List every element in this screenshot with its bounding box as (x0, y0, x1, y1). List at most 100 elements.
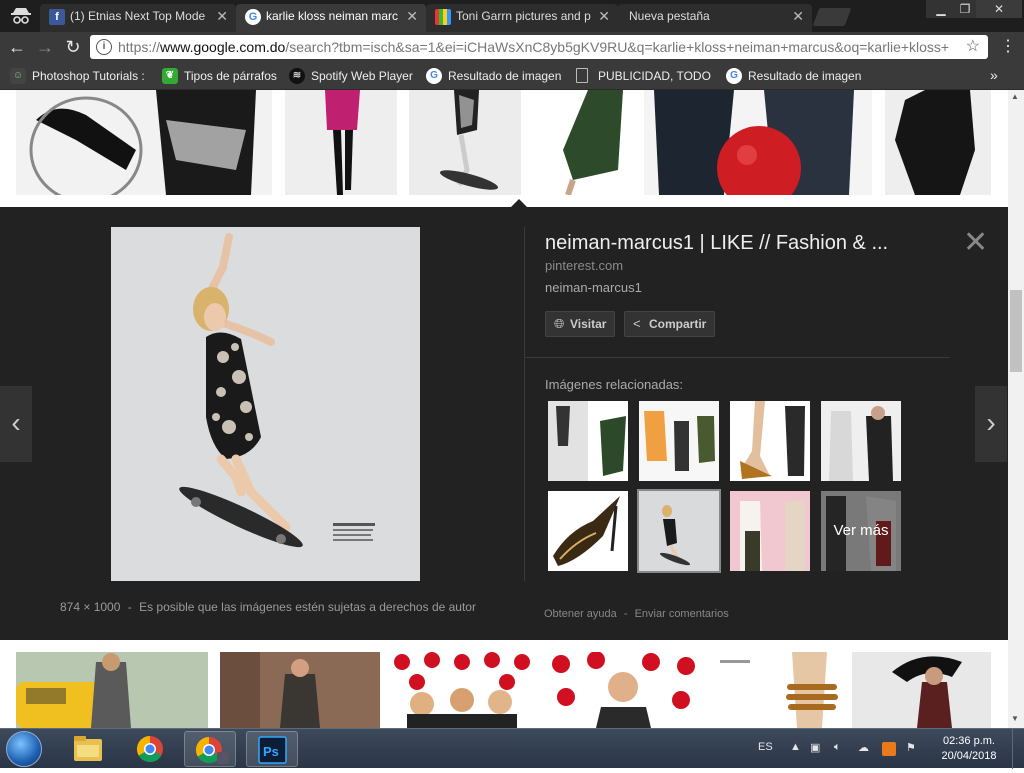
forward-icon[interactable]: → (34, 36, 56, 58)
bookmark-label: Resultado de imagen (748, 69, 862, 83)
visit-button[interactable]: 🌐︎ Visitar (545, 311, 616, 337)
help-link[interactable]: Obtener ayuda (544, 608, 617, 620)
clock-time: 02:36 p.m. (943, 735, 995, 747)
result-thumbnail[interactable] (885, 90, 991, 195)
related-image-selected[interactable] (637, 489, 721, 573)
tab-facebook[interactable]: f (1) Etnias Next Top Mode ✕ (40, 4, 236, 32)
page-scrollbar[interactable]: ▲ ▼ (1008, 90, 1024, 728)
tab-title: Nueva pestaña (629, 9, 710, 23)
scrollbar-thumb[interactable] (1010, 290, 1022, 372)
more-bookmarks-icon[interactable]: » (990, 67, 998, 83)
photoshop-icon[interactable]: Ps (246, 731, 298, 767)
bookmarks-bar: ☺ Photoshop Tutorials : ❦ Tipos de párra… (0, 62, 1024, 90)
share-button[interactable]: < Compartir (624, 311, 716, 337)
related-image[interactable] (821, 401, 901, 481)
address-bar[interactable]: i https://www.google.com.do/search?tbm=i… (90, 35, 988, 59)
volume-icon[interactable]: 🔈︎ (834, 741, 841, 754)
panel-title[interactable]: neiman-marcus1 | LIKE // Fashion & ... (545, 232, 945, 255)
page-icon (576, 68, 588, 83)
clock-date: 20/04/2018 (941, 750, 997, 762)
see-more-tile[interactable]: Ver más (821, 491, 901, 571)
result-thumbnail[interactable] (712, 652, 840, 728)
result-thumbnail[interactable] (285, 90, 397, 195)
result-thumbnail[interactable] (16, 90, 272, 195)
related-image[interactable] (548, 491, 628, 571)
bookmark-label: PUBLICIDAD, TODO S (598, 69, 714, 83)
tab-strip: f (1) Etnias Next Top Mode ✕ G karlie kl… (0, 0, 1024, 32)
tab-close-icon[interactable]: ✕ (598, 4, 610, 28)
system-clock[interactable]: 02:36 p.m. 20/04/2018 (934, 734, 1004, 764)
result-thumbnail[interactable] (533, 90, 633, 195)
scroll-up-icon[interactable]: ▲ (1011, 92, 1019, 101)
chrome-icon[interactable] (124, 731, 176, 767)
bookmark-item[interactable]: PUBLICIDAD, TODO S (576, 68, 714, 84)
tab-close-icon[interactable]: ✕ (216, 4, 228, 28)
bookmark-item[interactable]: ≋ Spotify Web Player (289, 68, 419, 84)
info-icon[interactable]: i (96, 39, 112, 55)
language-indicator[interactable]: ES (758, 741, 773, 753)
bookmark-item[interactable]: G Resultado de imagen (726, 68, 862, 84)
url-text[interactable]: https://www.google.com.do/search?tbm=isc… (118, 35, 958, 59)
result-thumbnail[interactable] (409, 90, 521, 195)
image-dimensions: 874 × 1000 (60, 600, 121, 614)
window-close-icon[interactable]: ✕ (976, 0, 1022, 18)
result-thumbnail[interactable] (644, 90, 872, 195)
file-explorer-icon[interactable] (62, 731, 114, 767)
bookmark-item[interactable]: G Resultado de imagen (426, 68, 562, 84)
books-icon (435, 9, 451, 25)
previous-image-button[interactable]: ‹ (0, 386, 32, 462)
result-thumbnail[interactable] (546, 652, 700, 728)
related-images-label: Imágenes relacionadas: (545, 377, 684, 392)
scroll-down-icon[interactable]: ▼ (1011, 714, 1019, 723)
bookmark-item[interactable]: ❦ Tipos de párrafos (162, 68, 282, 84)
google-icon: G (245, 9, 261, 25)
tab-new[interactable]: Nueva pestaña ✕ (618, 4, 812, 32)
back-icon[interactable]: ← (6, 36, 28, 58)
result-thumbnail[interactable] (220, 652, 380, 728)
svg-text:Ps: Ps (263, 744, 279, 759)
related-image[interactable] (730, 401, 810, 481)
google-icon: G (426, 68, 442, 84)
show-desktop-button[interactable] (1012, 729, 1024, 769)
usb-icon[interactable]: ▣ (810, 741, 820, 754)
reload-icon[interactable]: ↻ (62, 36, 84, 58)
related-image[interactable] (639, 401, 719, 481)
action-center-flag-icon[interactable]: ⚑ (906, 741, 916, 754)
share-label: Compartir (649, 317, 707, 331)
panel-subtitle: neiman-marcus1 (545, 280, 642, 295)
result-thumbnail[interactable] (16, 652, 208, 728)
bookmark-item[interactable]: ☺ Photoshop Tutorials : (10, 68, 150, 84)
globe-icon: 🌐︎ (554, 316, 565, 331)
facebook-icon: f (49, 9, 65, 25)
close-panel-icon[interactable]: ✕ (963, 228, 988, 258)
panel-divider (524, 227, 525, 581)
bookmark-star-icon[interactable]: ☆ (966, 35, 980, 59)
photoshop-bookmark-icon: ☺ (10, 68, 26, 84)
related-image[interactable] (730, 491, 810, 571)
tab-title: karlie kloss neiman marc (266, 9, 399, 23)
tab-close-icon[interactable]: ✕ (792, 4, 804, 28)
next-image-button[interactable]: › (975, 386, 1007, 462)
visit-label: Visitar (570, 317, 607, 331)
tab-close-icon[interactable]: ✕ (406, 4, 418, 28)
show-hidden-icons-icon[interactable]: ▲ (790, 741, 801, 753)
result-thumbnail[interactable] (392, 652, 534, 728)
menu-icon[interactable]: ⋮ (1000, 37, 1016, 57)
cloud-icon[interactable]: ☁ (858, 741, 869, 754)
google-icon: G (726, 68, 742, 84)
bookmark-label: Photoshop Tutorials : (32, 69, 145, 83)
bookmark-label: Resultado de imagen (448, 69, 562, 83)
start-button[interactable] (6, 731, 42, 767)
result-thumbnail[interactable] (852, 652, 991, 728)
feedback-link[interactable]: Enviar comentarios (635, 608, 729, 620)
tab-toni-garrn[interactable]: Toni Garrn pictures and p ✕ (426, 4, 618, 32)
tab-google-search[interactable]: G karlie kloss neiman marc ✕ (236, 4, 426, 32)
avast-icon[interactable] (882, 742, 896, 756)
new-tab-button[interactable] (812, 8, 852, 26)
leaf-icon: ❦ (162, 68, 178, 84)
tab-title: (1) Etnias Next Top Mode (70, 9, 206, 23)
chrome-incognito-icon[interactable] (184, 731, 236, 767)
windows-taskbar: Ps ES ▲ ▣ 🔈︎ ☁ ⚑ 02:36 p.m. 20/04/2018 (0, 728, 1024, 769)
main-preview-image[interactable] (111, 227, 420, 581)
related-image[interactable] (548, 401, 628, 481)
